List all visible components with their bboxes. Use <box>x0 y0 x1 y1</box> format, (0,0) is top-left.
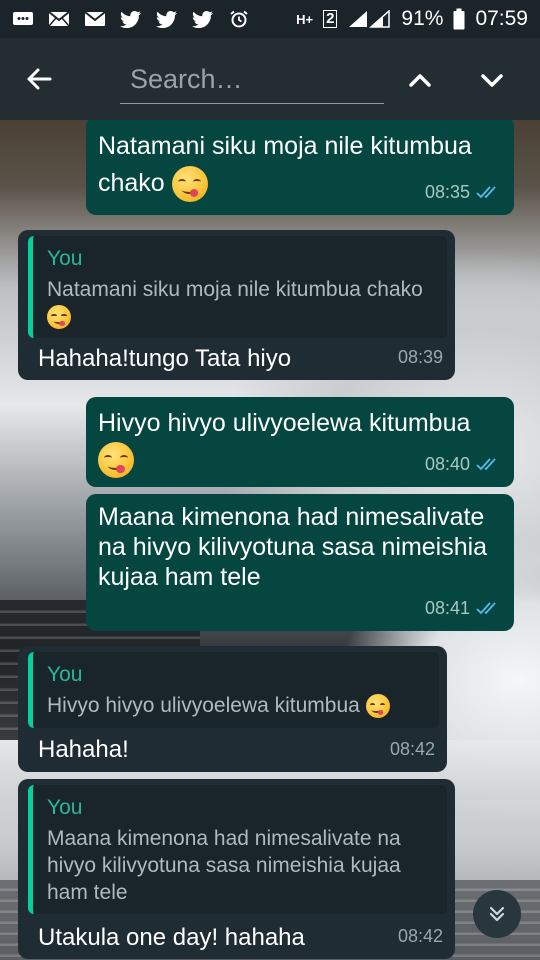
message-meta: 08:42 <box>398 921 443 951</box>
quoted-message[interactable]: You Maana kimenona had nimesalivate na h… <box>28 785 447 914</box>
sim-indicator: 2 <box>323 10 338 28</box>
chevron-down-icon <box>472 60 512 100</box>
message-text: Hahaha!tungo Tata hiyo <box>38 345 292 372</box>
search-next-button[interactable] <box>472 60 512 100</box>
message-meta: 08:42 <box>390 734 435 764</box>
signal-icon <box>347 10 391 28</box>
message-meta: 08:39 <box>398 342 443 372</box>
back-button[interactable] <box>20 60 58 98</box>
double-check-read-icon <box>476 600 502 616</box>
search-input[interactable] <box>120 56 384 104</box>
double-check-read-icon <box>476 456 502 472</box>
quote-author: You <box>47 796 83 819</box>
quote-author: You <box>47 663 83 686</box>
smiling-face-emoji-icon <box>47 305 71 330</box>
alarm-icon <box>228 10 250 28</box>
quoted-message[interactable]: You Natamani siku moja nile kitumbua cha… <box>28 236 447 338</box>
message-meta: 08:35 <box>425 177 502 207</box>
message-incoming[interactable]: You Hivyo hivyo ulivyoelewa kitumbua Hah… <box>18 646 447 772</box>
mail-alert-icon <box>84 10 106 28</box>
message-outgoing[interactable]: Natamani siku moja nile kitumbua chako 0… <box>86 120 514 215</box>
message-incoming[interactable]: You Maana kimenona had nimesalivate na h… <box>18 779 455 959</box>
quote-text: Hivyo hivyo ulivyoelewa kitumbua <box>47 692 427 719</box>
search-toolbar <box>0 38 540 120</box>
network-type-label: H+ <box>296 11 314 27</box>
message-time: 08:40 <box>424 454 470 474</box>
message-text: Utakula one day! hahaha <box>38 924 305 951</box>
quoted-message[interactable]: You Hivyo hivyo ulivyoelewa kitumbua <box>28 652 439 728</box>
clock-time: 07:59 <box>475 7 528 30</box>
battery-percent: 91% <box>401 7 444 30</box>
quote-author: You <box>47 247 83 270</box>
message-meta: 08:40 <box>425 449 502 479</box>
status-bar: H+ 2 91% 07:59 <box>0 0 540 38</box>
message-text: Maana kimenona had nimesalivate na hivyo… <box>98 503 488 591</box>
double-check-read-icon <box>476 184 502 200</box>
search-previous-button[interactable] <box>400 60 440 100</box>
quote-text: Natamani siku moja nile kitumbua chako <box>47 276 435 330</box>
twitter-icon <box>120 10 142 28</box>
message-time: 08:39 <box>397 347 443 367</box>
quote-text: Maana kimenona had nimesalivate na hivyo… <box>47 827 401 904</box>
arrow-left-icon <box>20 60 58 98</box>
chat-notification-icon <box>12 10 34 28</box>
smiling-face-emoji-icon <box>365 694 390 719</box>
message-time: 08:35 <box>424 182 470 202</box>
twitter-icon <box>192 10 214 28</box>
message-text: Hahaha! <box>38 736 129 763</box>
message-outgoing[interactable]: Hivyo hivyo ulivyoelewa kitumbua 08:40 <box>86 397 514 487</box>
twitter-icon <box>156 10 178 28</box>
smiling-face-emoji-icon <box>98 442 134 479</box>
mail-icon <box>48 10 70 28</box>
smiling-face-emoji-icon <box>171 166 208 203</box>
chevron-up-icon <box>400 60 440 100</box>
double-chevron-down-icon <box>485 902 509 926</box>
message-meta: 08:41 <box>425 593 502 623</box>
scroll-to-bottom-button[interactable] <box>473 890 521 938</box>
battery-icon <box>453 8 465 30</box>
message-outgoing[interactable]: Maana kimenona had nimesalivate na hivyo… <box>86 494 514 631</box>
message-time: 08:41 <box>424 598 470 618</box>
message-incoming[interactable]: You Natamani siku moja nile kitumbua cha… <box>18 230 455 380</box>
message-time: 08:42 <box>389 739 435 759</box>
message-time: 08:42 <box>397 926 443 946</box>
chat-conversation[interactable]: Natamani siku moja nile kitumbua chako 0… <box>0 120 540 960</box>
